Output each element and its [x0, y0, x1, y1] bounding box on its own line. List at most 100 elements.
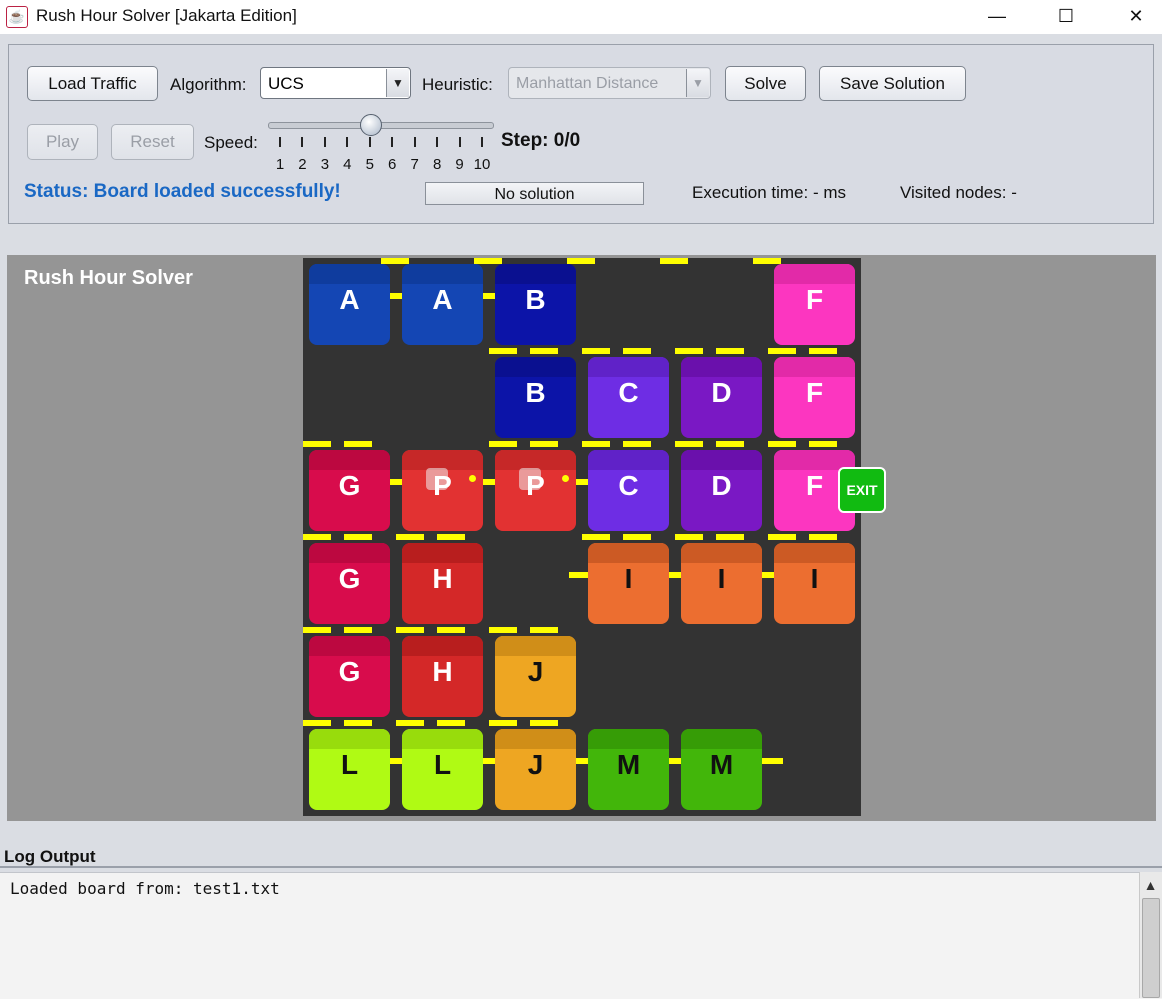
vehicle-letter: B	[525, 284, 546, 315]
lane-dash	[809, 441, 837, 447]
vehicle-cell: L	[309, 729, 390, 810]
minimize-icon[interactable]: —	[974, 0, 1020, 34]
vehicle-letter: G	[338, 656, 361, 687]
speed-slider-thumb[interactable]	[359, 114, 382, 136]
vehicle-roof	[774, 357, 855, 377]
vehicle-roof	[402, 636, 483, 656]
lane-dash	[768, 441, 796, 447]
lane-dash	[623, 534, 651, 540]
play-button[interactable]: Play	[27, 124, 98, 160]
vehicle-roof	[588, 543, 669, 563]
vehicle-roof	[309, 636, 390, 656]
lane-dash	[489, 720, 517, 726]
scrollbar-thumb[interactable]	[1142, 898, 1160, 998]
vehicle-roof	[774, 543, 855, 563]
lane-dash	[623, 441, 651, 447]
maximize-icon[interactable]: ☐	[1043, 0, 1089, 34]
vehicle-letter: G	[338, 470, 361, 501]
vehicle-cell: F	[774, 264, 855, 345]
vehicle-letter: F	[805, 284, 824, 315]
lane-dash	[623, 348, 651, 354]
vehicle-cell: M	[588, 729, 669, 810]
exit-marker: EXIT	[838, 467, 886, 513]
vehicle-cell: G	[309, 543, 390, 624]
load-traffic-button[interactable]: Load Traffic	[27, 66, 158, 101]
vehicle-letter: C	[618, 377, 639, 408]
vehicle-cell: H	[402, 636, 483, 717]
vehicle-roof	[402, 543, 483, 563]
lane-dash	[303, 720, 331, 726]
vehicle-cell: J	[495, 636, 576, 717]
speed-tick-label: 6	[388, 156, 397, 173]
vehicle-cell: F	[774, 357, 855, 438]
log-separator	[0, 866, 1162, 868]
chevron-down-icon[interactable]: ▼	[686, 69, 709, 97]
vehicle-roof	[681, 729, 762, 749]
chevron-down-icon[interactable]: ▼	[386, 69, 409, 97]
java-cup-icon: ☕	[6, 6, 28, 28]
lane-dash	[530, 720, 558, 726]
log-output-text: Loaded board from: test1.txt	[10, 879, 280, 898]
lane-dash	[344, 627, 372, 633]
vehicle-letter: I	[717, 563, 726, 594]
lane-dash	[675, 534, 703, 540]
solution-progress-bar: No solution	[425, 182, 644, 205]
scroll-up-icon[interactable]: ▲	[1141, 874, 1160, 896]
lane-dash	[396, 627, 424, 633]
vehicle-letter: F	[805, 377, 824, 408]
vehicle-cell: A	[402, 264, 483, 345]
speed-label: Speed:	[204, 133, 258, 152]
solve-button[interactable]: Solve	[725, 66, 806, 101]
speed-tick	[413, 137, 416, 147]
vehicle-letter: G	[338, 563, 361, 594]
lane-dash	[768, 534, 796, 540]
lane-dash	[530, 348, 558, 354]
speed-tick-label: 7	[410, 156, 419, 173]
reset-button[interactable]: Reset	[111, 124, 194, 160]
speed-tick-label: 8	[432, 156, 442, 173]
vehicle-cell: B	[495, 264, 576, 345]
lane-dash	[716, 348, 744, 354]
close-icon[interactable]: ✕	[1113, 0, 1159, 34]
primary-car-cell: P	[402, 450, 483, 531]
vehicle-letter: L	[340, 749, 359, 780]
algorithm-select[interactable]: UCS ▼	[260, 67, 411, 99]
lane-dash	[303, 441, 331, 447]
vehicle-cell: G	[309, 636, 390, 717]
vehicle-cell: D	[681, 357, 762, 438]
lane-dash	[489, 348, 517, 354]
vehicle-cell: B	[495, 357, 576, 438]
vehicle-cell: H	[402, 543, 483, 624]
lane-dash	[303, 627, 331, 633]
lane-dash	[675, 348, 703, 354]
lane-dash	[809, 348, 837, 354]
speed-tick	[458, 137, 461, 147]
lane-dash	[396, 720, 424, 726]
vehicle-roof	[681, 543, 762, 563]
vehicle-roof	[774, 264, 855, 284]
lane-dash	[809, 534, 837, 540]
save-solution-button[interactable]: Save Solution	[819, 66, 966, 101]
vehicle-letter: B	[525, 377, 546, 408]
lane-dash	[675, 441, 703, 447]
heuristic-label: Heuristic:	[422, 75, 493, 94]
lane-dash	[396, 534, 424, 540]
log-output-label: Log Output	[4, 847, 96, 866]
game-board: AABBFFFCCDDGGGPPHHIIIJJLLMM	[303, 258, 861, 816]
speed-tick-label: 10	[473, 156, 491, 173]
vehicle-letter: C	[618, 470, 639, 501]
lane-dash	[344, 441, 372, 447]
vehicle-roof	[309, 729, 390, 749]
speed-tick	[436, 137, 439, 147]
vehicle-roof	[495, 450, 576, 470]
lane-dash	[582, 348, 610, 354]
vehicle-roof	[495, 264, 576, 284]
lane-dash	[660, 258, 688, 264]
vehicle-letter: A	[339, 284, 360, 315]
vehicle-roof	[309, 543, 390, 563]
lane-dash	[474, 258, 502, 264]
vehicle-letter: I	[810, 563, 819, 594]
heuristic-select[interactable]: Manhattan Distance ▼	[508, 67, 711, 99]
vehicle-letter: P	[433, 470, 452, 501]
lane-dash	[716, 441, 744, 447]
